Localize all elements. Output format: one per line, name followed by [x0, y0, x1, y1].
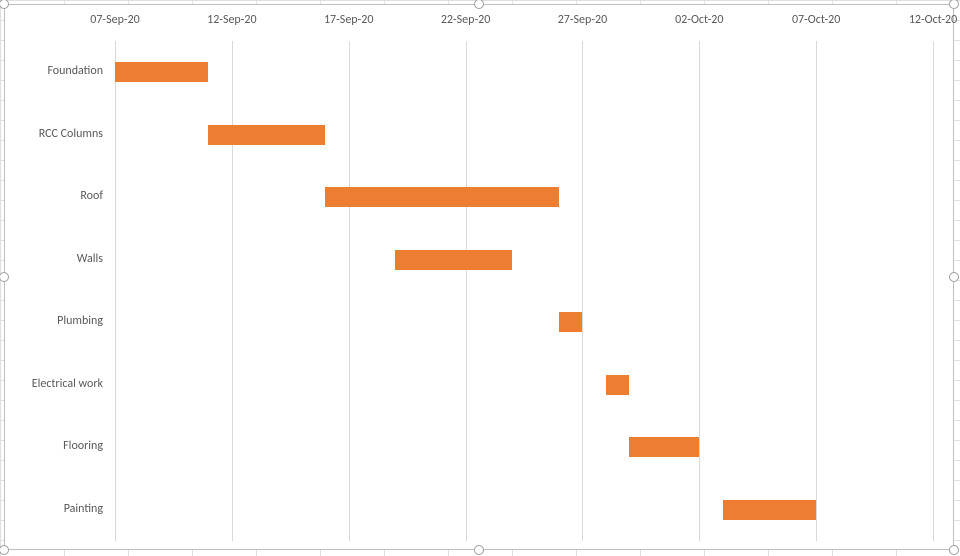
y-axis-category-label: Flooring — [15, 439, 103, 453]
x-gridline — [816, 41, 817, 541]
gantt-bar[interactable] — [629, 437, 699, 457]
x-axis-tick-label: 22-Sep-20 — [441, 13, 490, 27]
x-axis: 07-Sep-20 12-Sep-20 17-Sep-20 22-Sep-20 27-S… — [15, 13, 943, 37]
gantt-bar[interactable] — [723, 500, 816, 520]
selection-handle[interactable] — [949, 545, 959, 555]
y-axis-category-label: Electrical work — [15, 377, 103, 391]
x-axis-tick-label: 12-Oct-20 — [909, 13, 957, 27]
y-axis-category-label: RCC Columns — [15, 127, 103, 141]
gantt-bar[interactable] — [559, 312, 582, 332]
x-axis-tick-label: 17-Sep-20 — [324, 13, 373, 27]
x-axis-tick-label: 02-Oct-20 — [675, 13, 723, 27]
x-axis-tick-label: 07-Sep-20 — [90, 13, 139, 27]
gantt-bar[interactable] — [606, 375, 629, 395]
x-gridline — [232, 41, 233, 541]
y-axis-category-label: Plumbing — [15, 314, 103, 328]
selection-handle[interactable] — [949, 272, 959, 282]
gantt-bar[interactable] — [395, 250, 512, 270]
x-gridline — [582, 41, 583, 541]
x-gridline — [699, 41, 700, 541]
y-axis-category-label: Roof — [15, 189, 103, 203]
gantt-bar[interactable] — [325, 187, 559, 207]
x-gridline — [933, 41, 934, 541]
x-axis-tick-label: 27-Sep-20 — [558, 13, 607, 27]
x-gridline — [115, 41, 116, 541]
x-gridline — [466, 41, 467, 541]
x-gridline — [349, 41, 350, 541]
plot-region: Foundation RCC Columns Roof Walls Plumbing El… — [15, 41, 943, 541]
selection-handle[interactable] — [474, 545, 484, 555]
chart-plot-area: 07-Sep-20 12-Sep-20 17-Sep-20 22-Sep-20 27-S… — [15, 13, 943, 541]
gantt-bar[interactable] — [115, 62, 208, 82]
x-axis-tick-label: 07-Oct-20 — [792, 13, 840, 27]
x-axis-tick-label: 12-Sep-20 — [207, 13, 256, 27]
y-axis-category-label: Foundation — [15, 64, 103, 78]
y-axis-category-label: Painting — [15, 502, 103, 516]
y-axis-category-label: Walls — [15, 252, 103, 266]
chart-object[interactable]: 07-Sep-20 12-Sep-20 17-Sep-20 22-Sep-20 27-S… — [4, 4, 954, 550]
gantt-bar[interactable] — [208, 125, 325, 145]
